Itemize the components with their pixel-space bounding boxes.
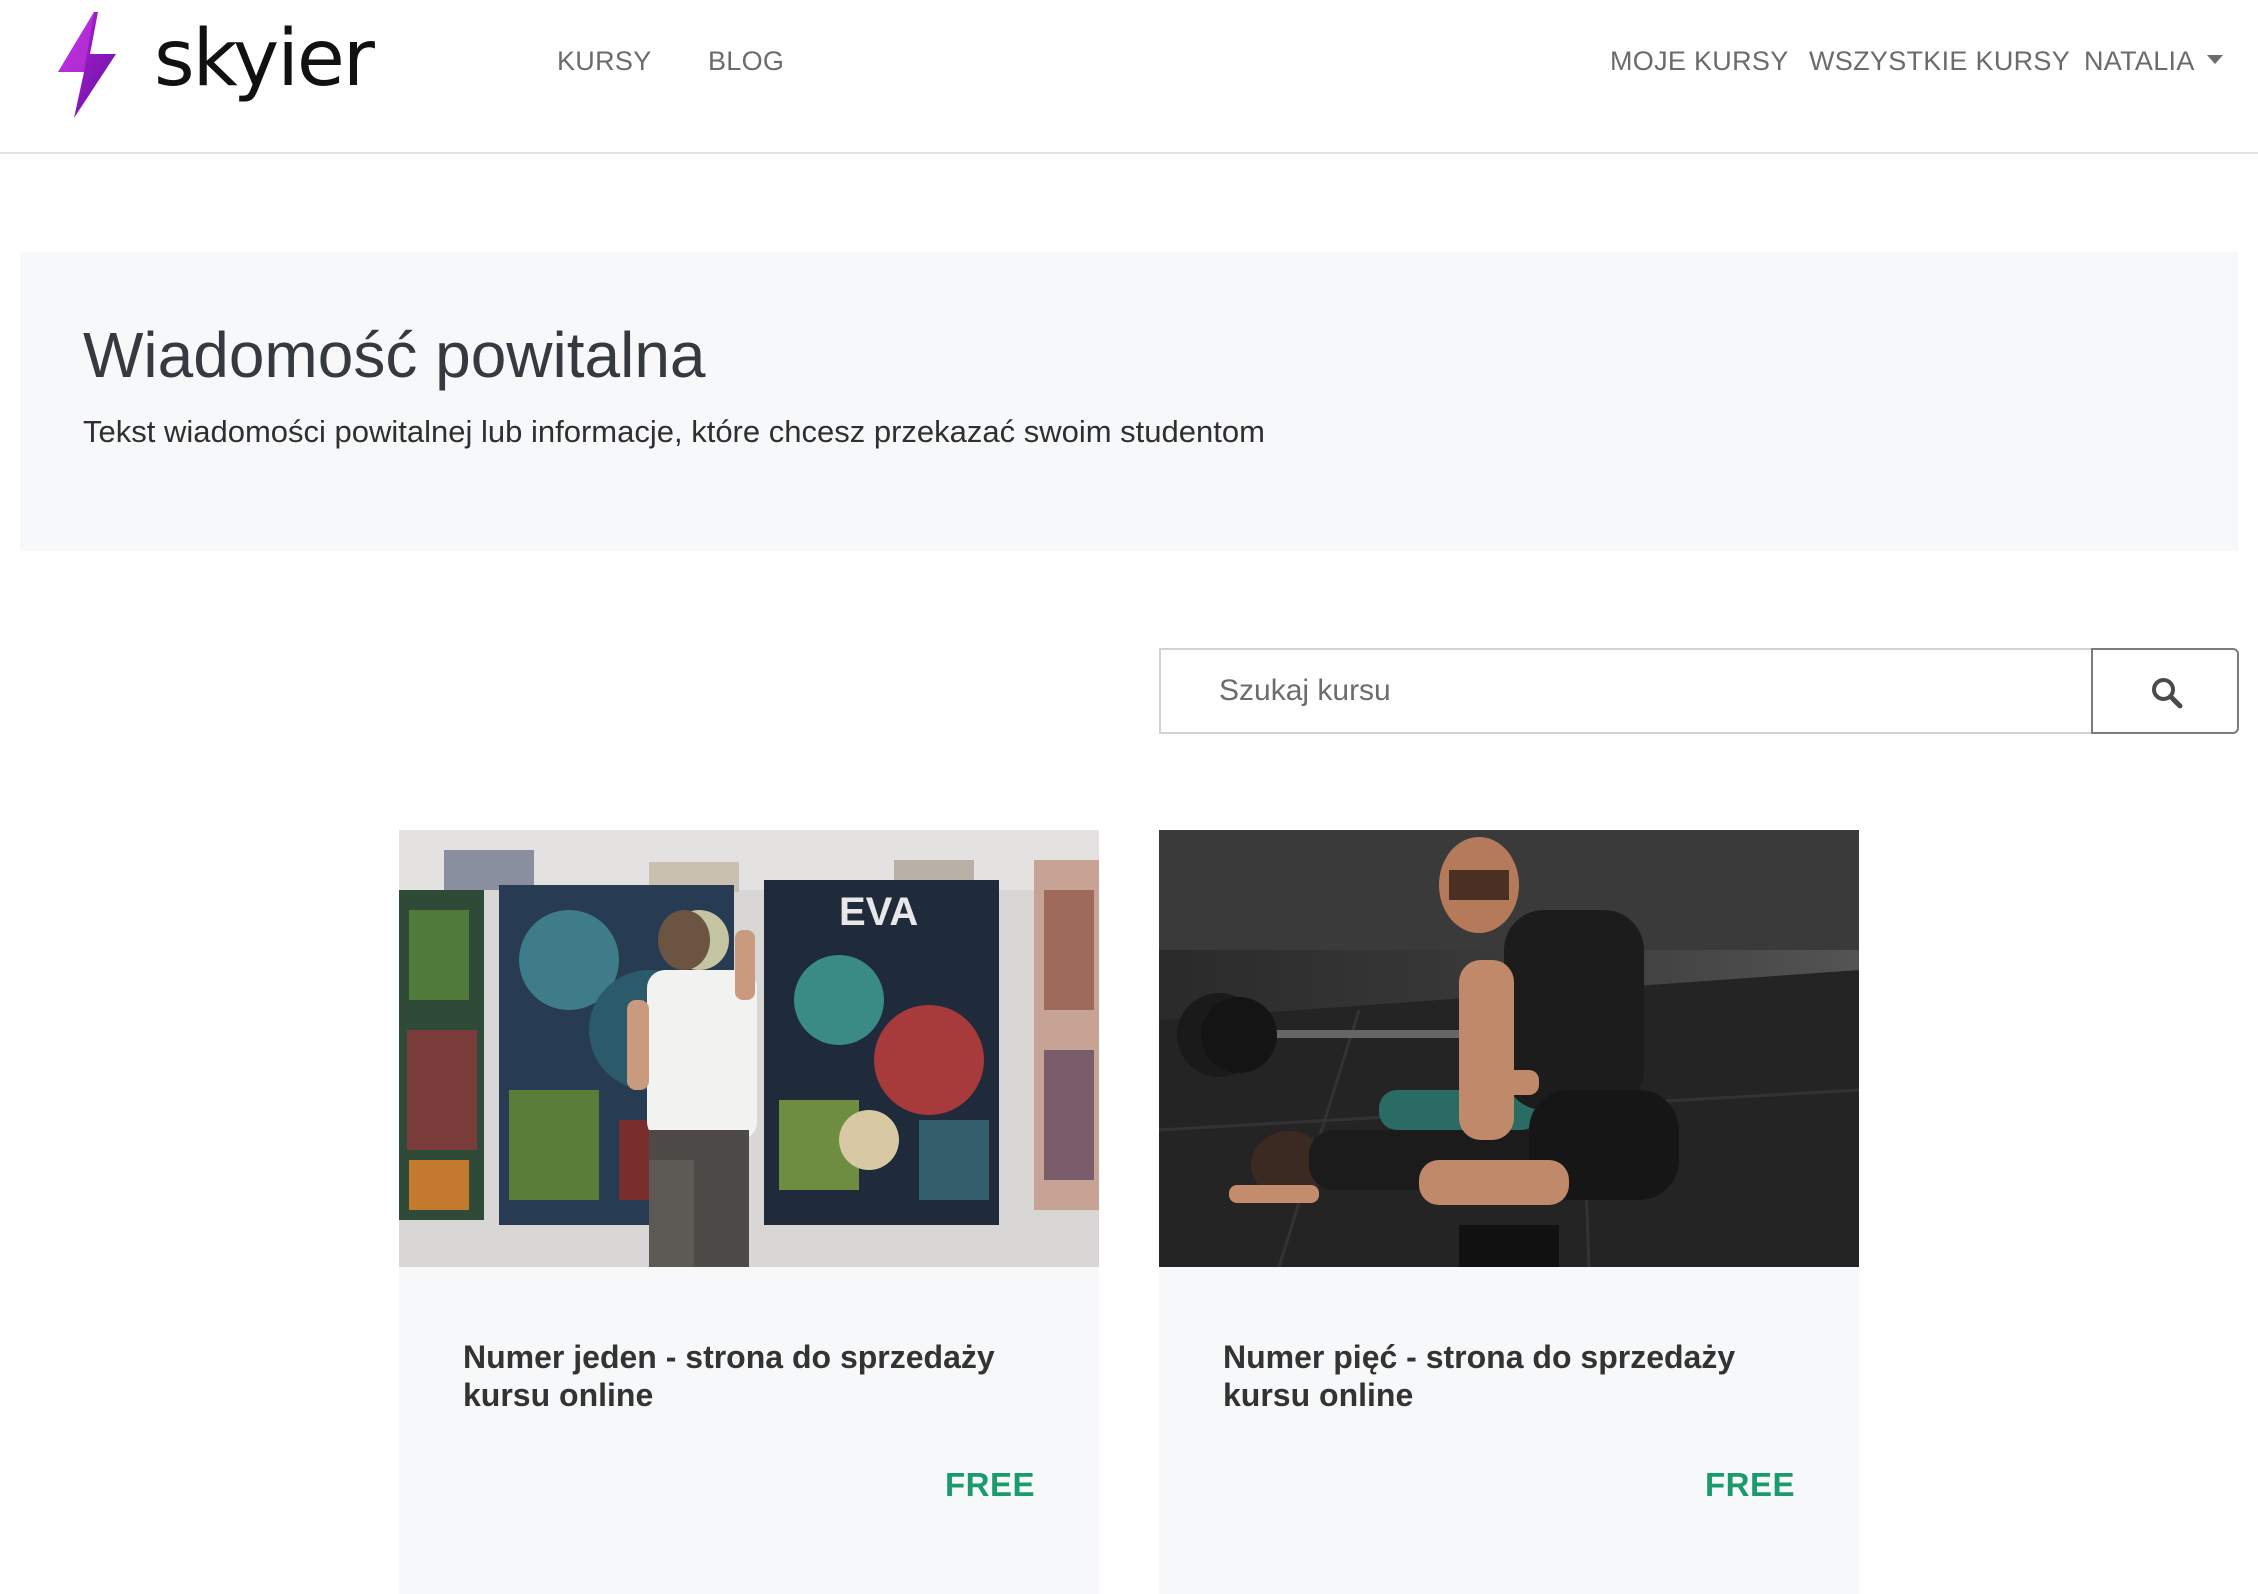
course-price: FREE bbox=[944, 1466, 1035, 1503]
course-price: FREE bbox=[1704, 1466, 1795, 1503]
course-title[interactable]: Numer pięć - strona do sprzedaży kursu o… bbox=[1223, 1338, 1803, 1414]
course-card[interactable]: EVA Numer jeden - strona do sprzedaży ku bbox=[399, 830, 1099, 1594]
search-input[interactable] bbox=[1159, 648, 2091, 734]
svg-text:EVA: EVA bbox=[839, 890, 918, 934]
nav-my-courses[interactable]: MOJE KURSY bbox=[1610, 46, 1789, 77]
fitness-trainer-image[interactable] bbox=[1159, 830, 1859, 1267]
logo[interactable]: skyier bbox=[54, 10, 394, 120]
site-header: skyier KURSY BLOG MOJE KURSY WSZYSTKIE K… bbox=[0, 0, 2258, 154]
graffiti-artist-image[interactable]: EVA bbox=[399, 830, 1099, 1267]
nav-kursy[interactable]: KURSY bbox=[557, 46, 652, 77]
welcome-title: Wiadomość powitalna bbox=[83, 319, 706, 391]
search-button[interactable] bbox=[2091, 648, 2239, 734]
lightning-bolt-icon bbox=[58, 12, 116, 118]
search-icon bbox=[2152, 678, 2183, 709]
user-name: NATALIA bbox=[2084, 46, 2195, 76]
course-title[interactable]: Numer jeden - strona do sprzedaży kursu … bbox=[463, 1338, 1043, 1414]
caret-down-icon bbox=[2206, 55, 2223, 65]
page: skyier KURSY BLOG MOJE KURSY WSZYSTKIE K… bbox=[0, 0, 2258, 1594]
user-menu[interactable]: NATALIA bbox=[2084, 46, 2223, 77]
logo-text: skyier bbox=[154, 14, 375, 104]
welcome-text: Tekst wiadomości powitalnej lub informac… bbox=[83, 414, 1265, 449]
nav-all-courses[interactable]: WSZYSTKIE KURSY bbox=[1809, 46, 2070, 77]
welcome-panel: Wiadomość powitalna Tekst wiadomości pow… bbox=[20, 252, 2238, 551]
course-card[interactable]: Numer pięć - strona do sprzedaży kursu o… bbox=[1159, 830, 1859, 1594]
course-search bbox=[1159, 648, 2239, 734]
nav-blog[interactable]: BLOG bbox=[708, 46, 784, 77]
